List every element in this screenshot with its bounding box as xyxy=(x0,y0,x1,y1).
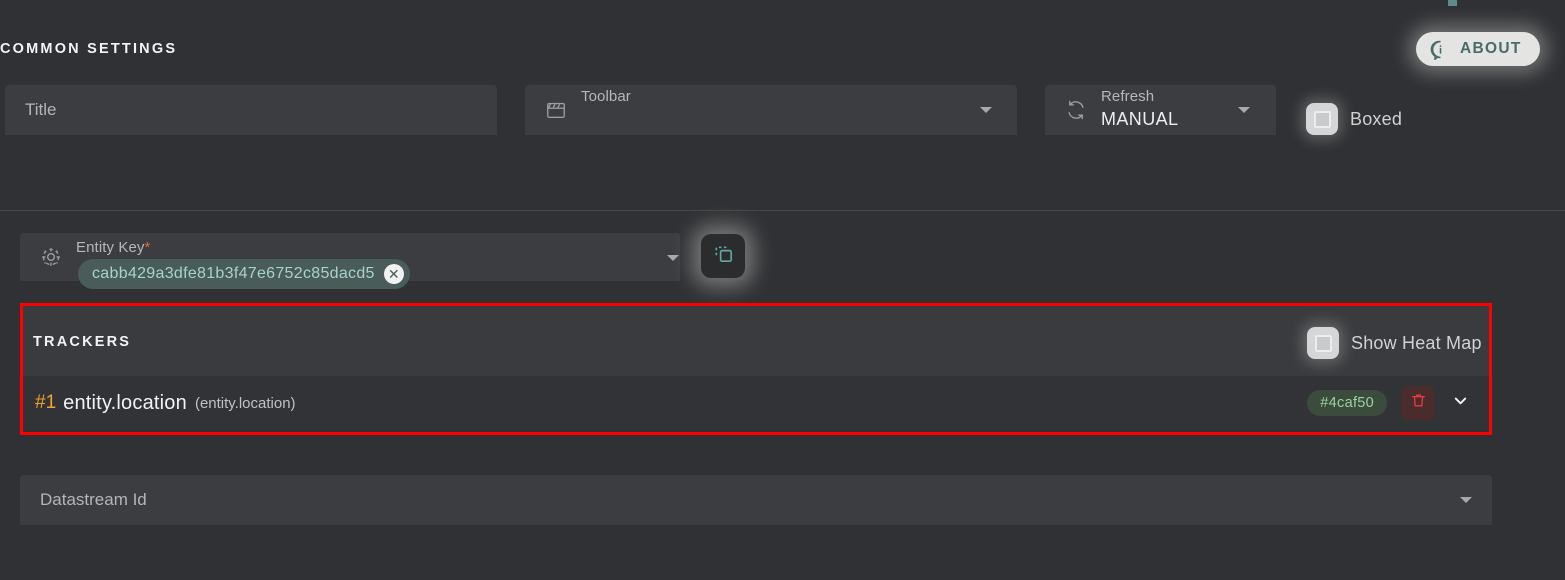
checkbox-inner xyxy=(1314,334,1332,352)
datastream-id-field[interactable]: Datastream Id xyxy=(20,475,1492,525)
chevron-down-icon[interactable] xyxy=(980,107,992,113)
checkbox-box[interactable] xyxy=(1307,327,1339,359)
title-field[interactable]: Title xyxy=(5,85,497,135)
refresh-icon xyxy=(1063,97,1089,123)
tracker-name: entity.location xyxy=(63,391,187,414)
refresh-field[interactable]: Refresh MANUAL xyxy=(1045,85,1276,135)
datastream-id-placeholder: Datastream Id xyxy=(40,490,147,509)
info-icon xyxy=(1430,39,1451,60)
chevron-down-icon[interactable] xyxy=(1238,107,1250,113)
trackers-title: TRACKERS xyxy=(33,334,132,350)
about-button[interactable]: ABOUT xyxy=(1416,32,1540,66)
toolbar-field[interactable]: Toolbar xyxy=(525,85,1017,135)
about-button-label: ABOUT xyxy=(1460,40,1522,57)
checkbox-box[interactable] xyxy=(1306,103,1338,135)
target-icon xyxy=(38,244,64,270)
boxed-checkbox[interactable]: Boxed xyxy=(1306,103,1402,135)
entity-key-field[interactable]: Entity Key* cabb429a3dfe81b3f47e6752c85d… xyxy=(20,233,680,289)
close-icon[interactable]: ✕ xyxy=(383,264,404,284)
chevron-down-icon xyxy=(1451,391,1470,415)
refresh-field-value: MANUAL xyxy=(1101,109,1179,129)
chevron-down-icon[interactable] xyxy=(1460,497,1472,503)
entity-key-label: Entity Key* xyxy=(76,239,151,256)
show-heat-map-checkbox[interactable]: Show Heat Map xyxy=(1307,327,1482,359)
trash-icon xyxy=(1410,392,1427,414)
delete-tracker-button[interactable] xyxy=(1401,386,1435,420)
title-field-placeholder: Title xyxy=(25,100,57,119)
toolbar-field-label: Toolbar xyxy=(581,88,631,105)
expand-tracker-button[interactable] xyxy=(1447,390,1473,416)
top-edge-artifact xyxy=(1448,0,1457,6)
page-title: COMMON SETTINGS xyxy=(0,41,178,57)
copy-button[interactable] xyxy=(701,234,745,278)
chevron-down-icon[interactable] xyxy=(667,255,679,261)
table-row[interactable]: #1 entity.location (entity.location) #4c… xyxy=(23,376,1489,430)
section-divider xyxy=(0,210,1565,211)
window-icon xyxy=(543,97,569,123)
checkbox-inner xyxy=(1313,110,1331,128)
entity-key-chip[interactable]: cabb429a3dfe81b3f47e6752c85dacd5 ✕ xyxy=(78,259,410,289)
settings-panel: COMMON SETTINGS ABOUT Title Toolbar Refr… xyxy=(0,0,1565,580)
trackers-panel: TRACKERS Show Heat Map #1 entity.locatio… xyxy=(20,303,1492,435)
entity-key-chip-value: cabb429a3dfe81b3f47e6752c85dacd5 xyxy=(92,265,375,282)
required-marker: * xyxy=(144,239,151,256)
refresh-field-label: Refresh xyxy=(1101,88,1155,105)
boxed-checkbox-label: Boxed xyxy=(1350,108,1403,129)
copy-icon xyxy=(712,242,735,270)
tracker-source: (entity.location) xyxy=(194,394,296,412)
tracker-index: #1 xyxy=(35,392,57,413)
trackers-header xyxy=(23,306,1489,380)
tracker-color-chip[interactable]: #4caf50 xyxy=(1307,390,1387,416)
show-heat-map-label: Show Heat Map xyxy=(1351,332,1482,353)
